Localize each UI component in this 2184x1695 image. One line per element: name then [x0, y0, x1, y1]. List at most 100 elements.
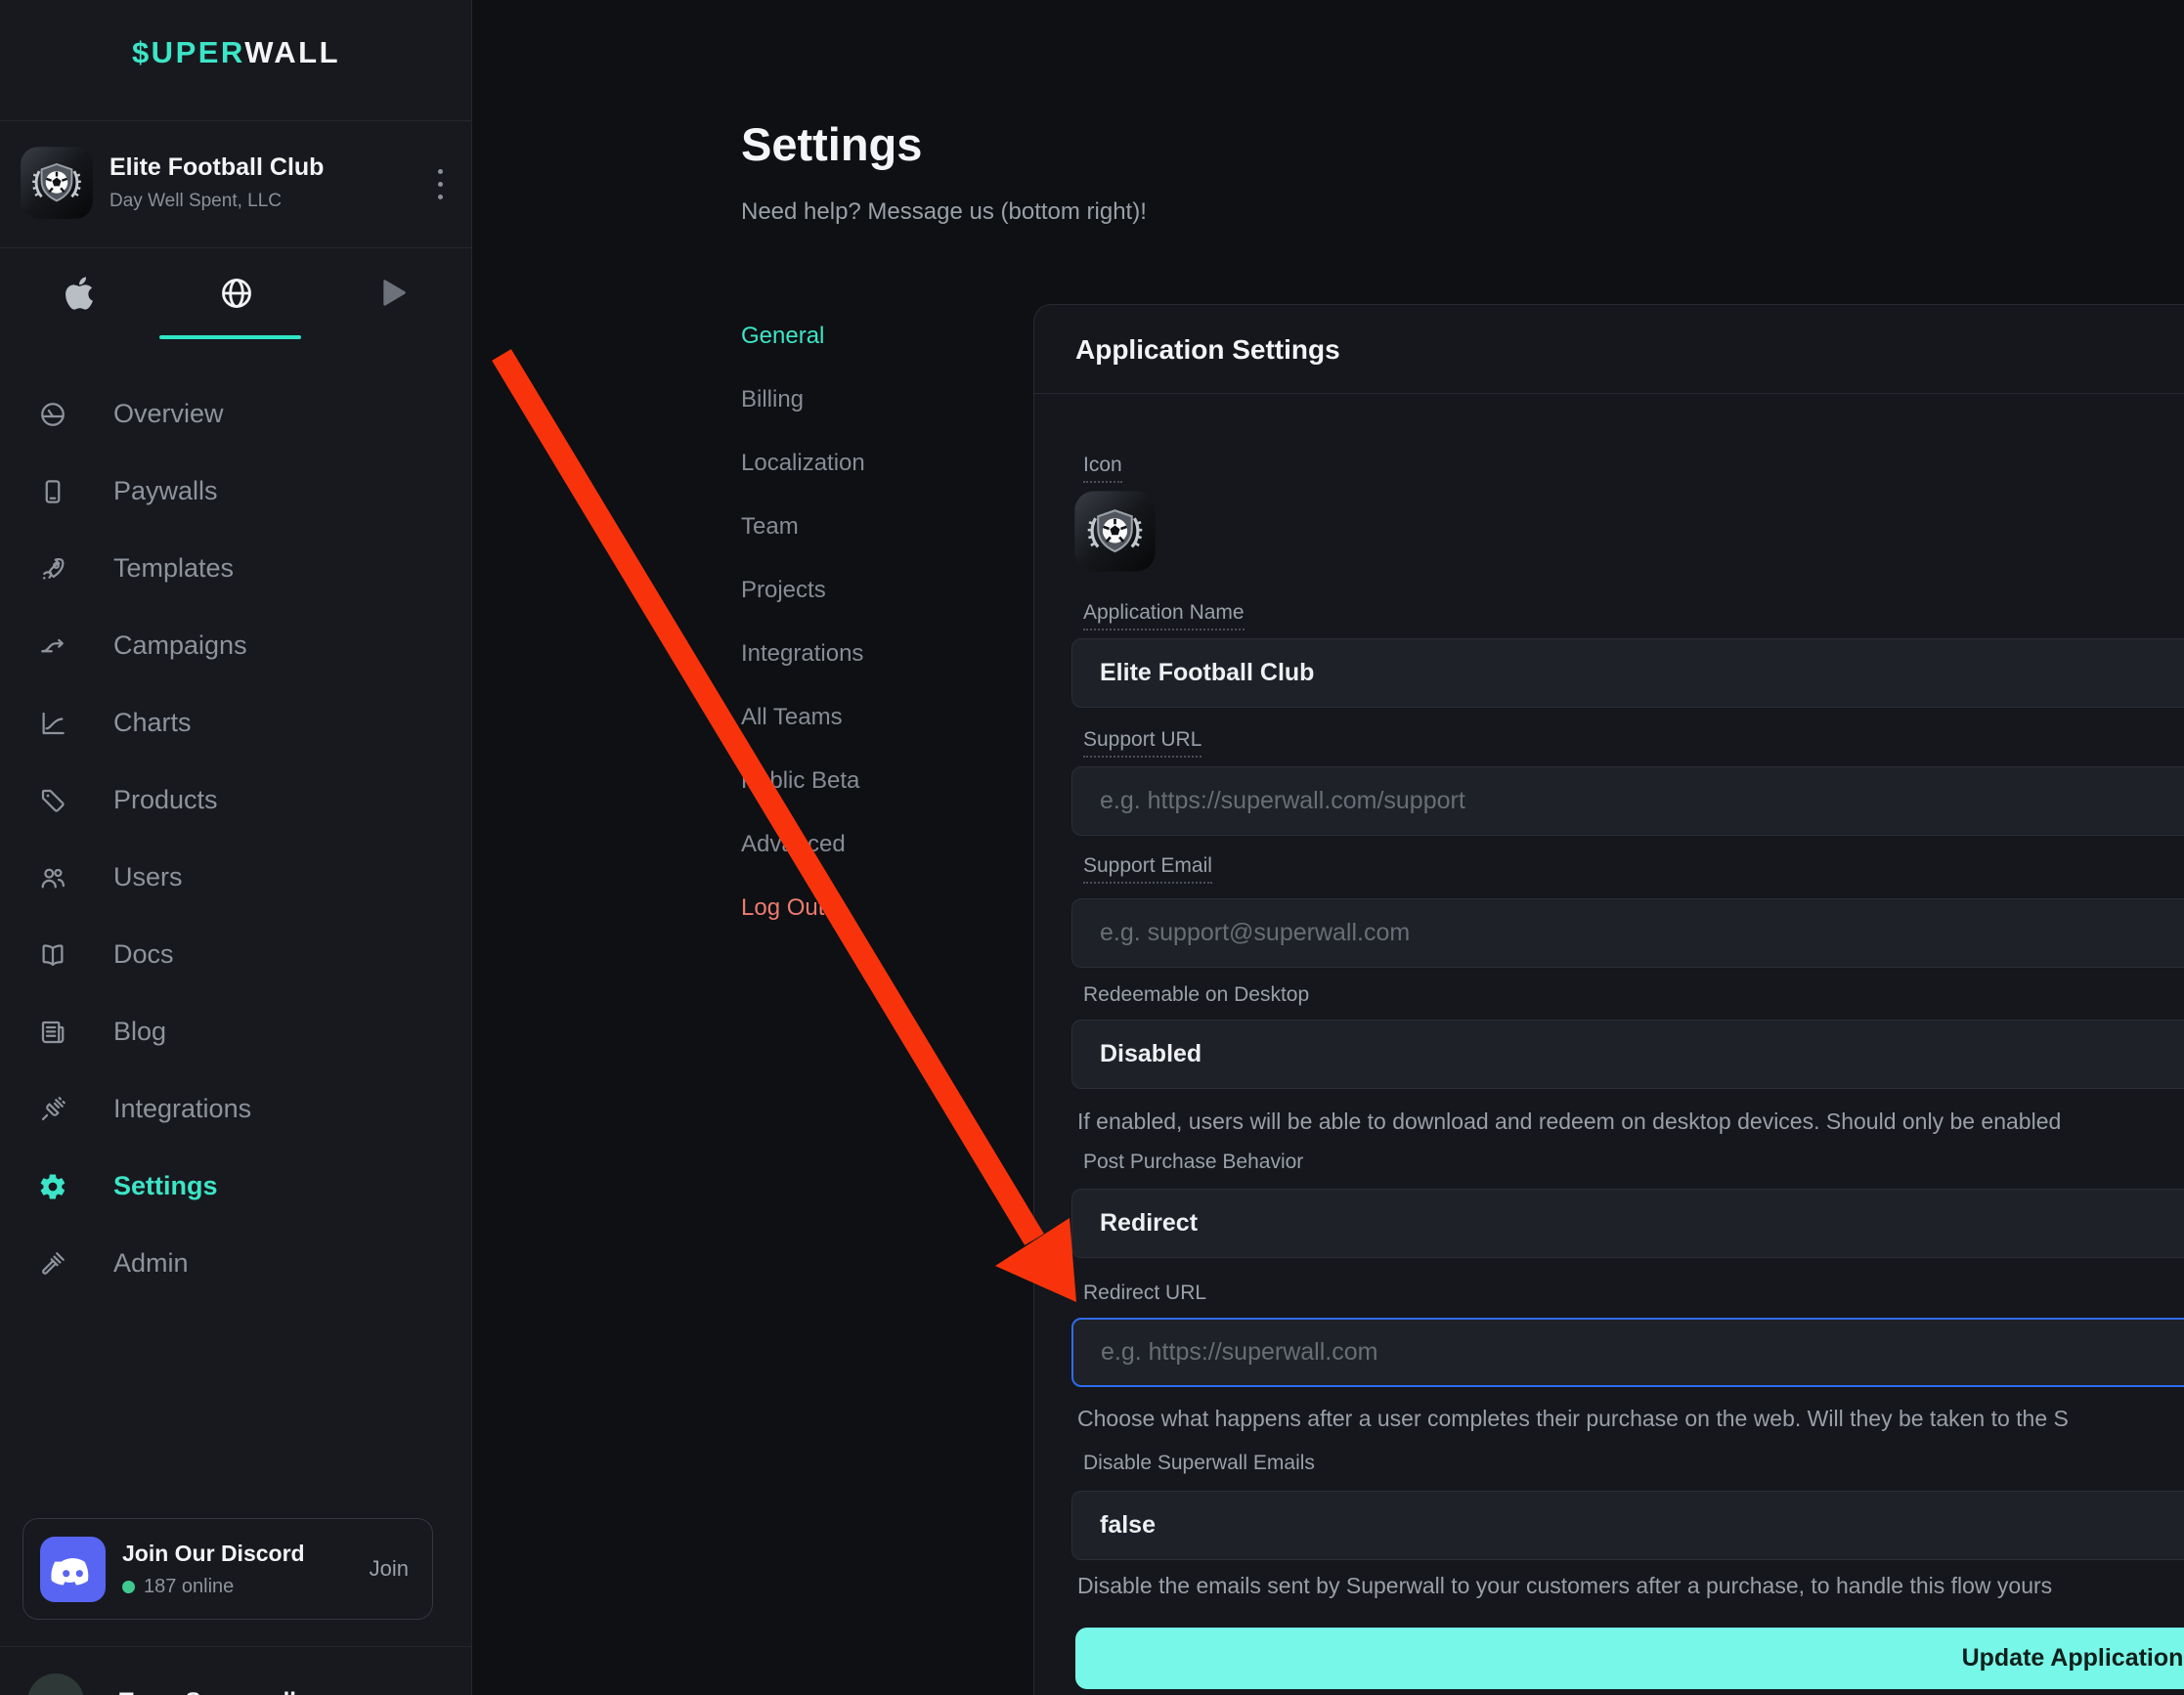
sidebar-item-templates[interactable]: Templates [0, 530, 472, 607]
app-icon [20, 146, 94, 220]
book-icon [37, 939, 68, 971]
settings-nav-integrations[interactable]: Integrations [741, 622, 865, 685]
redeemable-label: Redeemable on Desktop [1083, 983, 1309, 1007]
tab-google-play[interactable] [315, 247, 472, 339]
tag-icon [37, 785, 68, 816]
discord-join-button[interactable]: Join [370, 1556, 409, 1582]
settings-nav-billing[interactable]: Billing [741, 368, 865, 431]
sidebar-item-label: Charts [113, 708, 192, 738]
split-arrow-icon [37, 630, 68, 662]
discord-online-count: 187 online [144, 1576, 234, 1598]
redeemable-value: Disabled [1100, 1040, 1201, 1068]
post-purchase-select[interactable]: Redirect [1071, 1189, 2184, 1258]
sidebar-item-settings[interactable]: Settings [0, 1148, 472, 1225]
divider [0, 1646, 472, 1647]
redeemable-help: If enabled, users will be able to downlo… [1077, 1108, 2061, 1135]
workspace-name: Elite Football Club [109, 153, 324, 182]
redeemable-select[interactable]: Disabled [1071, 1020, 2184, 1089]
account-row[interactable]: Team Superwall [27, 1673, 296, 1695]
sidebar-item-label: Blog [113, 1017, 166, 1047]
active-tab-underline [159, 335, 301, 339]
logo-rest: WALL [244, 35, 340, 69]
discord-online: 187 online [122, 1576, 234, 1598]
sidebar-item-users[interactable]: Users [0, 839, 472, 916]
users-icon [37, 862, 68, 893]
phone-icon [37, 476, 68, 507]
page-title: Settings [741, 117, 922, 171]
support-email-input[interactable] [1071, 898, 2184, 968]
sidebar-item-overview[interactable]: Overview [0, 375, 472, 453]
support-url-input[interactable] [1071, 766, 2184, 836]
tab-apple[interactable] [0, 247, 157, 339]
globe-icon [219, 276, 254, 311]
redirect-url-label: Redirect URL [1083, 1282, 1206, 1305]
workspace-menu-icon[interactable] [427, 159, 453, 208]
support-email-label: Support Email [1083, 854, 1212, 884]
sidebar-item-label: Docs [113, 939, 174, 970]
logo-accent: $UPER [132, 35, 244, 69]
gavel-icon [37, 1248, 68, 1280]
sidebar-item-label: Integrations [113, 1094, 251, 1124]
sidebar-item-label: Paywalls [113, 476, 218, 506]
sidebar-item-integrations[interactable]: Integrations [0, 1070, 472, 1148]
platform-tabs [0, 247, 472, 339]
settings-nav-projects[interactable]: Projects [741, 558, 865, 622]
workspace-switcher[interactable]: Elite Football Club Day Well Spent, LLC [0, 120, 472, 247]
sidebar-item-docs[interactable]: Docs [0, 916, 472, 993]
workspace-org: Day Well Spent, LLC [109, 191, 282, 212]
page-subtitle: Need help? Message us (bottom right)! [741, 198, 1147, 226]
disable-emails-help: Disable the emails sent by Superwall to … [1077, 1573, 2052, 1599]
redirect-url-help: Choose what happens after a user complet… [1077, 1406, 2069, 1432]
sidebar-item-products[interactable]: Products [0, 761, 472, 839]
support-url-label: Support URL [1083, 728, 1201, 758]
panel-header: Application Settings [1034, 305, 2184, 394]
update-application-button[interactable]: Update Application [1075, 1628, 2184, 1689]
superwall-logo: $UPERWALL [0, 35, 472, 70]
chart-icon [37, 708, 68, 739]
discord-icon [40, 1537, 106, 1602]
post-purchase-value: Redirect [1100, 1209, 1198, 1238]
sidebar-nav: Overview Paywalls Templates [0, 375, 472, 1302]
post-purchase-label: Post Purchase Behavior [1083, 1151, 1303, 1174]
settings-nav-general[interactable]: General [741, 304, 865, 368]
app-icon[interactable] [1073, 490, 1157, 573]
sidebar-item-admin[interactable]: Admin [0, 1225, 472, 1302]
settings-nav-advanced[interactable]: Advanced [741, 812, 865, 876]
redirect-url-input[interactable] [1071, 1318, 2184, 1387]
settings-nav-log-out[interactable]: Log Out [741, 876, 865, 939]
application-name-input[interactable] [1071, 638, 2184, 708]
discord-card[interactable]: Join Our Discord 187 online Join [22, 1518, 433, 1620]
sidebar-item-label: Users [113, 862, 183, 892]
icon-label: Icon [1083, 454, 1122, 483]
account-name: Team Superwall [119, 1688, 296, 1695]
google-play-icon [378, 277, 410, 310]
settings-nav-localization[interactable]: Localization [741, 431, 865, 495]
sidebar-item-charts[interactable]: Charts [0, 684, 472, 761]
settings-nav-public-beta[interactable]: Public Beta [741, 749, 865, 812]
settings-nav-team[interactable]: Team [741, 495, 865, 558]
sidebar: $UPERWALL Elite Football Club Day Well S… [0, 0, 472, 1695]
sidebar-item-label: Products [113, 785, 218, 815]
disable-emails-label: Disable Superwall Emails [1083, 1452, 1315, 1475]
online-dot-icon [122, 1581, 135, 1593]
tab-web[interactable] [157, 247, 315, 339]
sidebar-item-label: Templates [113, 553, 234, 584]
sidebar-item-campaigns[interactable]: Campaigns [0, 607, 472, 684]
settings-nav-all-teams[interactable]: All Teams [741, 685, 865, 749]
gear-icon [37, 1171, 68, 1202]
sidebar-item-blog[interactable]: Blog [0, 993, 472, 1070]
plug-icon [37, 1094, 68, 1125]
discord-title: Join Our Discord [122, 1541, 305, 1567]
application-name-label: Application Name [1083, 601, 1245, 630]
sidebar-item-label: Admin [113, 1248, 189, 1279]
disable-emails-select[interactable]: false [1071, 1491, 2184, 1560]
application-settings-panel: Application Settings Icon Application Na… [1033, 304, 2184, 1695]
sidebar-item-label: Campaigns [113, 630, 247, 661]
settings-nav: General Billing Localization Team Projec… [741, 304, 865, 939]
panel-title: Application Settings [1075, 334, 1340, 366]
gauge-icon [37, 399, 68, 430]
newspaper-icon [37, 1017, 68, 1048]
sidebar-item-label: Settings [113, 1171, 218, 1201]
sidebar-item-label: Overview [113, 399, 224, 429]
sidebar-item-paywalls[interactable]: Paywalls [0, 453, 472, 530]
